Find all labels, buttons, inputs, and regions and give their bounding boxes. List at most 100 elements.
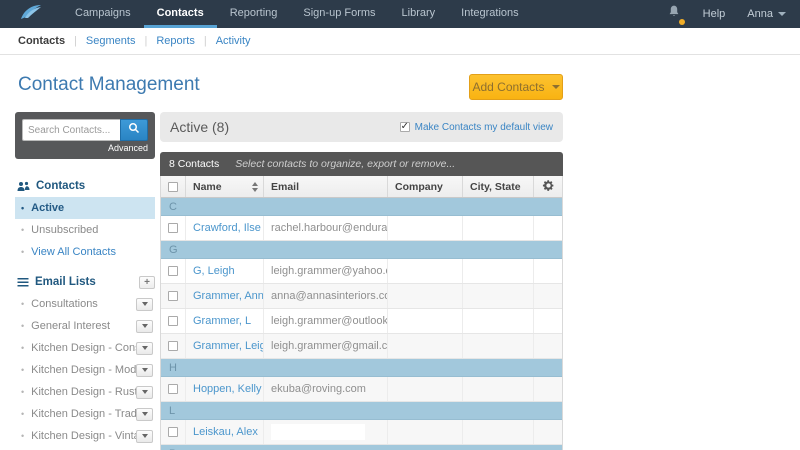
sidebar-list-consultations[interactable]: • Consultations: [15, 293, 155, 315]
advanced-search-link[interactable]: Advanced: [22, 143, 148, 153]
contact-name-link[interactable]: Grammer, L: [193, 315, 251, 327]
contact-company: [388, 377, 463, 401]
contact-row-leiskau-alex: Leiskau, Alex: [161, 420, 562, 445]
sidebar-item-active[interactable]: • Active: [15, 197, 155, 219]
contact-email: anna@annasinteriors.com: [271, 290, 388, 302]
column-header-company[interactable]: Company: [388, 176, 463, 197]
chevron-down-icon: [141, 390, 148, 394]
contact-email: rachel.harbour@endurance...: [271, 222, 388, 234]
help-link[interactable]: Help: [703, 8, 726, 20]
contacts-table: Name Email Company City, State C Crawford, I…: [160, 176, 563, 450]
topnav-item-integrations[interactable]: Integrations: [448, 0, 531, 28]
add-list-button[interactable]: +: [139, 275, 155, 289]
section-header-p: P: [161, 445, 562, 450]
chevron-down-icon: [141, 434, 148, 438]
list-dropdown-button[interactable]: [136, 297, 153, 311]
table-header-row: Name Email Company City, State: [161, 176, 562, 198]
subnav-item-contacts[interactable]: Contacts: [18, 35, 65, 47]
notifications-button[interactable]: [667, 4, 685, 25]
add-contacts-button[interactable]: Add Contacts: [469, 74, 563, 100]
select-all-checkbox[interactable]: [168, 181, 178, 192]
default-view-checkbox[interactable]: [399, 121, 410, 132]
contact-name-link[interactable]: Leiskau, Alex: [193, 426, 258, 438]
page-title: Contact Management: [18, 74, 200, 95]
row-checkbox[interactable]: [168, 341, 178, 351]
main-panel: Active (8) Make Contacts my default view…: [160, 112, 563, 450]
sidebar-list-kitchen-design-traditi[interactable]: •Kitchen Design - Traditi...: [15, 403, 155, 425]
row-checkbox[interactable]: [168, 223, 178, 233]
list-dropdown-button[interactable]: [136, 429, 153, 443]
search-box: Advanced: [15, 112, 155, 159]
subnav-separator: |: [74, 35, 77, 47]
contact-city-state: [463, 216, 534, 240]
contact-city-state: [463, 420, 534, 444]
column-header-city-state[interactable]: City, State: [463, 176, 534, 197]
bullet-icon: •: [21, 343, 25, 353]
list-dropdown-button[interactable]: [136, 319, 153, 333]
list-dropdown-button[interactable]: [136, 407, 153, 421]
row-checkbox[interactable]: [168, 266, 178, 276]
gear-icon: [542, 179, 555, 195]
sidebar-list-general-interest[interactable]: • General Interest: [15, 315, 155, 337]
row-checkbox[interactable]: [168, 427, 178, 437]
subnav: Contacts | Segments | Reports | Activity: [0, 28, 800, 55]
topnav-item-reporting[interactable]: Reporting: [217, 0, 291, 28]
list-dropdown-button[interactable]: [136, 385, 153, 399]
topnav-item-campaigns[interactable]: Campaigns: [62, 0, 144, 28]
bullet-icon: •: [21, 247, 25, 257]
contact-name-link[interactable]: Crawford, Ilse: [193, 222, 261, 234]
contact-company: [388, 420, 463, 444]
subnav-item-activity[interactable]: Activity: [216, 35, 251, 47]
sidebar-list-kitchen-design-vintage[interactable]: •Kitchen Design - Vintage: [15, 425, 155, 447]
brand-logo[interactable]: [0, 0, 62, 28]
empty-email-field[interactable]: [271, 424, 365, 440]
sidebar-list-kitchen-design-cons[interactable]: •Kitchen Design - Cons...: [15, 337, 155, 359]
contact-company: [388, 284, 463, 308]
topnav-right: Help Anna: [667, 0, 800, 28]
sidebar-item-unsubscribed[interactable]: • Unsubscribed: [15, 219, 155, 241]
subnav-separator: |: [203, 35, 207, 47]
list-dropdown-button[interactable]: [136, 363, 153, 377]
column-header-email[interactable]: Email: [264, 176, 388, 197]
subnav-item-segments[interactable]: Segments: [86, 35, 136, 47]
contact-row-grammer-leigh: Grammer, Leigh leigh.grammer@gmail.com: [161, 334, 562, 359]
default-view-toggle[interactable]: Make Contacts my default view: [399, 121, 553, 133]
view-title: Active (8): [170, 119, 230, 135]
contact-company: [388, 334, 463, 358]
row-checkbox[interactable]: [168, 384, 178, 394]
top-navigation-bar: Campaigns Contacts Reporting Sign-up Forms L…: [0, 0, 800, 28]
contact-name-link[interactable]: Grammer, Anna: [193, 290, 263, 302]
contact-name-link[interactable]: G, Leigh: [193, 265, 235, 277]
chevron-down-icon: [141, 302, 148, 306]
list-dropdown-button[interactable]: [136, 341, 153, 355]
contact-email: leigh.grammer@yahoo.com: [271, 265, 387, 277]
sidebar-item-view-all-contacts[interactable]: • View All Contacts: [15, 241, 155, 263]
view-header-bar: Active (8) Make Contacts my default view: [160, 112, 563, 142]
column-settings-button[interactable]: [534, 176, 563, 197]
search-input[interactable]: [22, 119, 120, 141]
sidebar-list-kitchen-design-modern[interactable]: •Kitchen Design - Modern: [15, 359, 155, 381]
bullet-icon: •: [21, 409, 25, 419]
contact-row-crawford-ilse: Crawford, Ilse rachel.harbour@endurance..…: [161, 216, 562, 241]
bullet-icon: •: [21, 299, 25, 309]
sidebar-list-kitchen-design-rustic[interactable]: • Kitchen Design - Rustic: [15, 381, 155, 403]
contact-name-link[interactable]: Hoppen, Kelly: [193, 383, 262, 395]
row-checkbox[interactable]: [168, 291, 178, 301]
sidebar-contacts-header: Contacts: [15, 175, 155, 197]
topnav-item-sign-up-forms[interactable]: Sign-up Forms: [290, 0, 388, 28]
subnav-item-reports[interactable]: Reports: [156, 35, 195, 47]
topnav-item-library[interactable]: Library: [389, 0, 449, 28]
topnav-item-contacts[interactable]: Contacts: [143, 0, 217, 28]
default-view-label: Make Contacts my default view: [414, 121, 553, 133]
selection-toolbar: 8 Contacts Select contacts to organize, …: [160, 152, 563, 176]
contact-row-hoppen-kelly: Hoppen, Kelly ekuba@roving.com: [161, 377, 562, 402]
row-checkbox[interactable]: [168, 316, 178, 326]
sort-icon[interactable]: [252, 181, 258, 192]
contact-city-state: [463, 377, 534, 401]
bullet-icon: •: [21, 365, 25, 375]
column-header-name[interactable]: Name: [186, 176, 264, 197]
contact-city-state: [463, 259, 534, 283]
contact-name-link[interactable]: Grammer, Leigh: [193, 340, 263, 352]
search-button[interactable]: [120, 119, 148, 141]
user-menu[interactable]: Anna: [747, 8, 786, 20]
